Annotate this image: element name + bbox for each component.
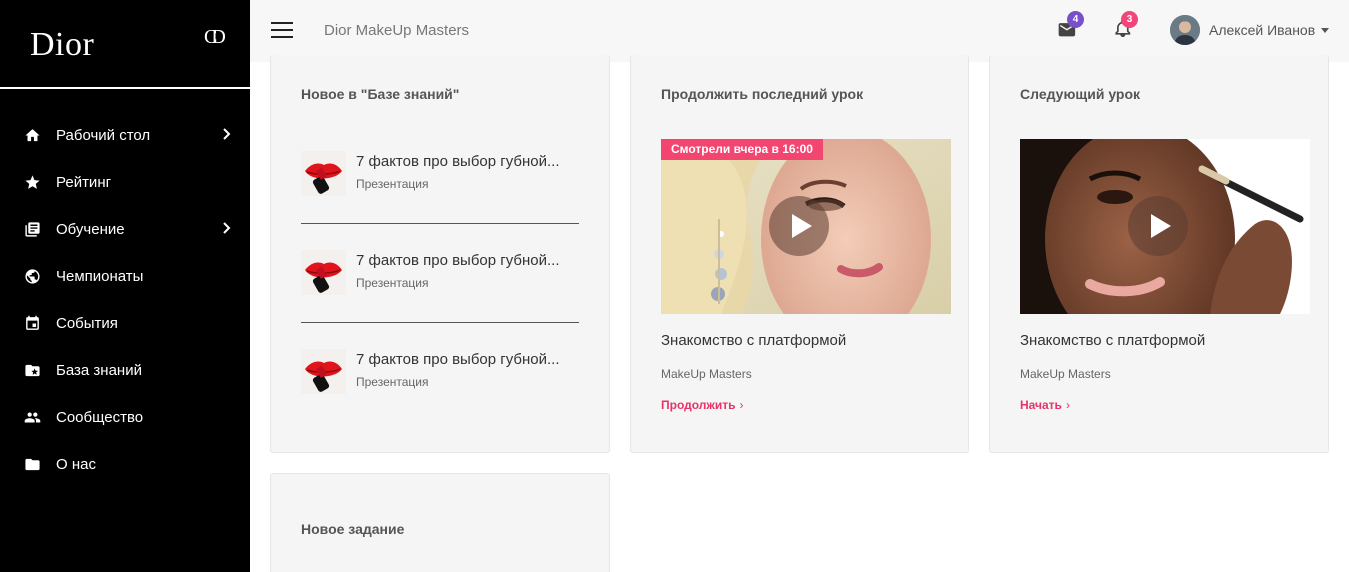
- divider: [301, 322, 579, 323]
- people-icon: [24, 412, 41, 423]
- chevron-right-icon: ›: [1065, 398, 1070, 412]
- app-root: Dior CD Рабочий стол Рейтинг Обучение Че…: [0, 0, 1349, 572]
- item-type: Презентация: [356, 177, 429, 191]
- topbar: Dior MakeUp Masters 4 3 Алексей Иванов: [250, 0, 1349, 62]
- sidebar-item-label: База знаний: [56, 362, 142, 379]
- last-lesson-card: Продолжить последний урок Смотрели вчера…: [630, 55, 969, 453]
- next-lesson-card: Следующий урок Знакомство с платформой M…: [989, 55, 1329, 453]
- user-name: Алексей Иванов: [1209, 22, 1316, 38]
- sidebar-item-learning[interactable]: Обучение: [0, 206, 250, 253]
- sidebar-item-label: Сообщество: [56, 409, 144, 426]
- item-title: 7 фактов про выбор губной...: [356, 153, 560, 170]
- list-item[interactable]: 7 фактов про выбор губной... Презентация: [301, 151, 579, 197]
- chevron-down-icon: [1321, 27, 1330, 33]
- play-icon[interactable]: [769, 196, 829, 256]
- chevron-right-icon: [223, 222, 231, 234]
- cd-monogram-icon: CD: [204, 26, 226, 48]
- app-title: Dior MakeUp Masters: [324, 22, 470, 39]
- course-name: MakeUp Masters: [661, 367, 752, 381]
- item-title: 7 фактов про выбор губной...: [356, 252, 560, 269]
- continue-link[interactable]: Продолжить ›: [661, 398, 744, 412]
- card-title: Новое в "Базе знаний": [301, 86, 460, 102]
- avatar: [1170, 15, 1200, 45]
- card-title: Продолжить последний урок: [661, 86, 864, 102]
- lipstick-thumbnail: [301, 349, 346, 394]
- menu-toggle-icon[interactable]: [271, 22, 293, 38]
- card-title: Новое задание: [301, 521, 405, 537]
- play-icon[interactable]: [1128, 196, 1188, 256]
- sidebar-nav: Рабочий стол Рейтинг Обучение Чемпионаты…: [0, 112, 250, 488]
- mail-count-badge: 4: [1067, 11, 1084, 28]
- lesson-title[interactable]: Знакомство с платформой: [661, 332, 846, 349]
- lesson-video-thumbnail[interactable]: [1020, 139, 1310, 314]
- sidebar-item-label: О нас: [56, 456, 96, 473]
- notifications-count-badge: 3: [1121, 11, 1138, 28]
- folder-icon: [25, 458, 40, 471]
- list-item[interactable]: 7 фактов про выбор губной... Презентация: [301, 349, 579, 395]
- folder-star-icon: [25, 364, 40, 377]
- start-link[interactable]: Начать ›: [1020, 398, 1070, 412]
- lesson-video-thumbnail[interactable]: Смотрели вчера в 16:00: [661, 139, 951, 314]
- continue-link-label: Продолжить: [661, 398, 736, 412]
- sidebar-item-events[interactable]: События: [0, 300, 250, 347]
- chevron-right-icon: ›: [739, 398, 744, 412]
- sidebar-item-community[interactable]: Сообщество: [0, 394, 250, 441]
- lipstick-thumbnail: [301, 151, 346, 196]
- item-type: Презентация: [356, 375, 429, 389]
- star-icon: [25, 175, 40, 189]
- calendar-icon: [26, 315, 39, 330]
- knowledge-base-card: Новое в "Базе знаний" 7 фактов про выбор…: [270, 55, 610, 453]
- lesson-title[interactable]: Знакомство с платформой: [1020, 332, 1205, 349]
- sidebar-item-about[interactable]: О нас: [0, 441, 250, 488]
- brand-area: Dior CD: [0, 0, 250, 89]
- sidebar-item-rating[interactable]: Рейтинг: [0, 159, 250, 206]
- start-link-label: Начать: [1020, 398, 1062, 412]
- globe-icon: [25, 269, 40, 284]
- sidebar: Dior CD Рабочий стол Рейтинг Обучение Че…: [0, 0, 250, 572]
- home-icon: [25, 129, 40, 142]
- course-name: MakeUp Masters: [1020, 367, 1111, 381]
- sidebar-item-label: Рабочий стол: [56, 127, 151, 144]
- item-title: 7 фактов про выбор губной...: [356, 351, 560, 368]
- card-title: Следующий урок: [1020, 86, 1141, 102]
- chevron-right-icon: [223, 128, 231, 140]
- list-item[interactable]: 7 фактов про выбор губной... Презентация: [301, 250, 579, 296]
- sidebar-item-knowledge-base[interactable]: База знаний: [0, 347, 250, 394]
- sidebar-item-dashboard[interactable]: Рабочий стол: [0, 112, 250, 159]
- sidebar-item-label: Обучение: [56, 221, 125, 238]
- item-type: Презентация: [356, 276, 429, 290]
- divider: [301, 223, 579, 224]
- library-icon: [25, 222, 40, 237]
- new-task-card: Новое задание: [270, 473, 610, 572]
- user-menu[interactable]: Алексей Иванов: [1170, 14, 1330, 46]
- watched-ribbon: Смотрели вчера в 16:00: [661, 139, 823, 160]
- dior-logo[interactable]: Dior: [30, 26, 94, 64]
- sidebar-item-label: События: [56, 315, 118, 332]
- lipstick-thumbnail: [301, 250, 346, 295]
- sidebar-item-label: Рейтинг: [56, 174, 112, 191]
- sidebar-item-label: Чемпионаты: [56, 268, 144, 285]
- sidebar-item-championships[interactable]: Чемпионаты: [0, 253, 250, 300]
